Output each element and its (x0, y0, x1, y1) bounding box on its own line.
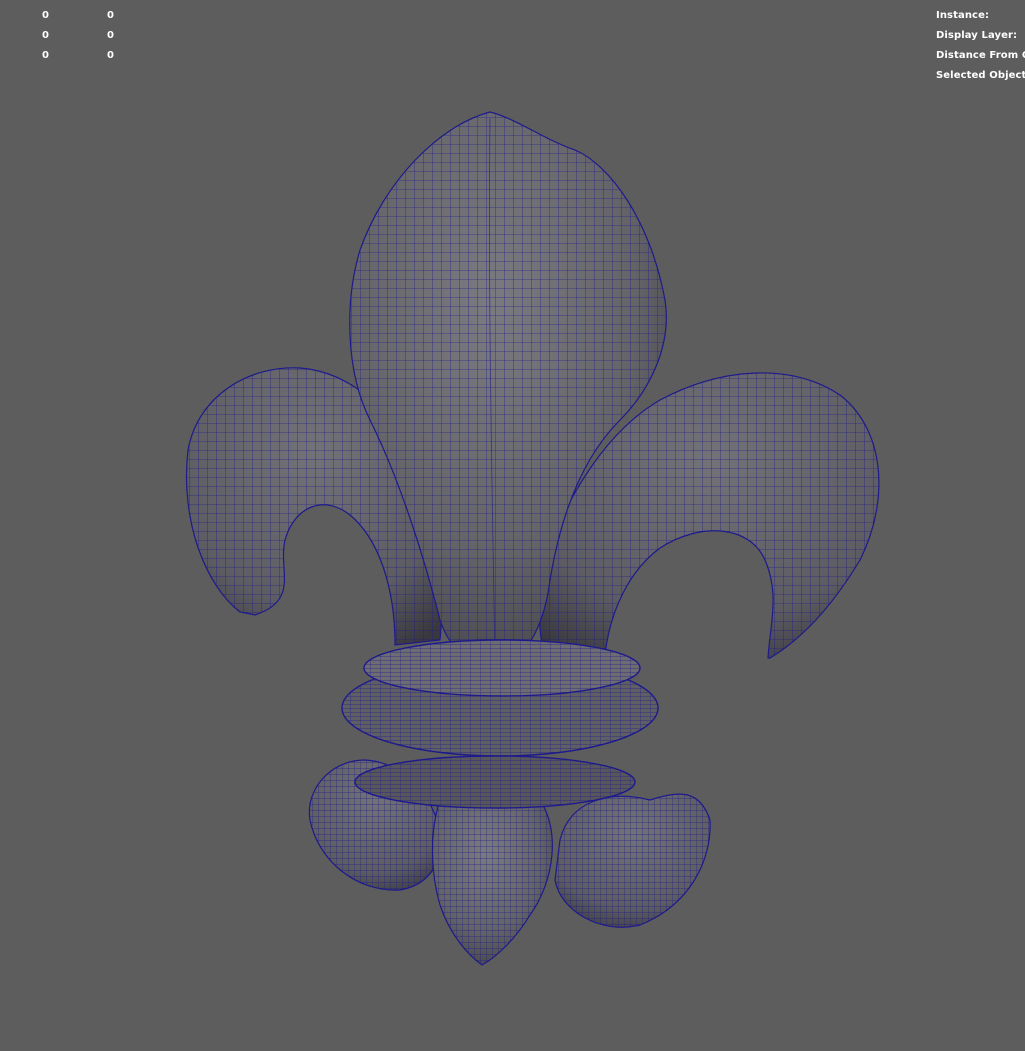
fleur-de-lis-model[interactable] (0, 0, 1025, 1051)
collar-band (341, 639, 659, 809)
3d-viewport[interactable]: 0 0 0 0 0 0 Instance: Display Layer: Dis… (0, 0, 1025, 1051)
